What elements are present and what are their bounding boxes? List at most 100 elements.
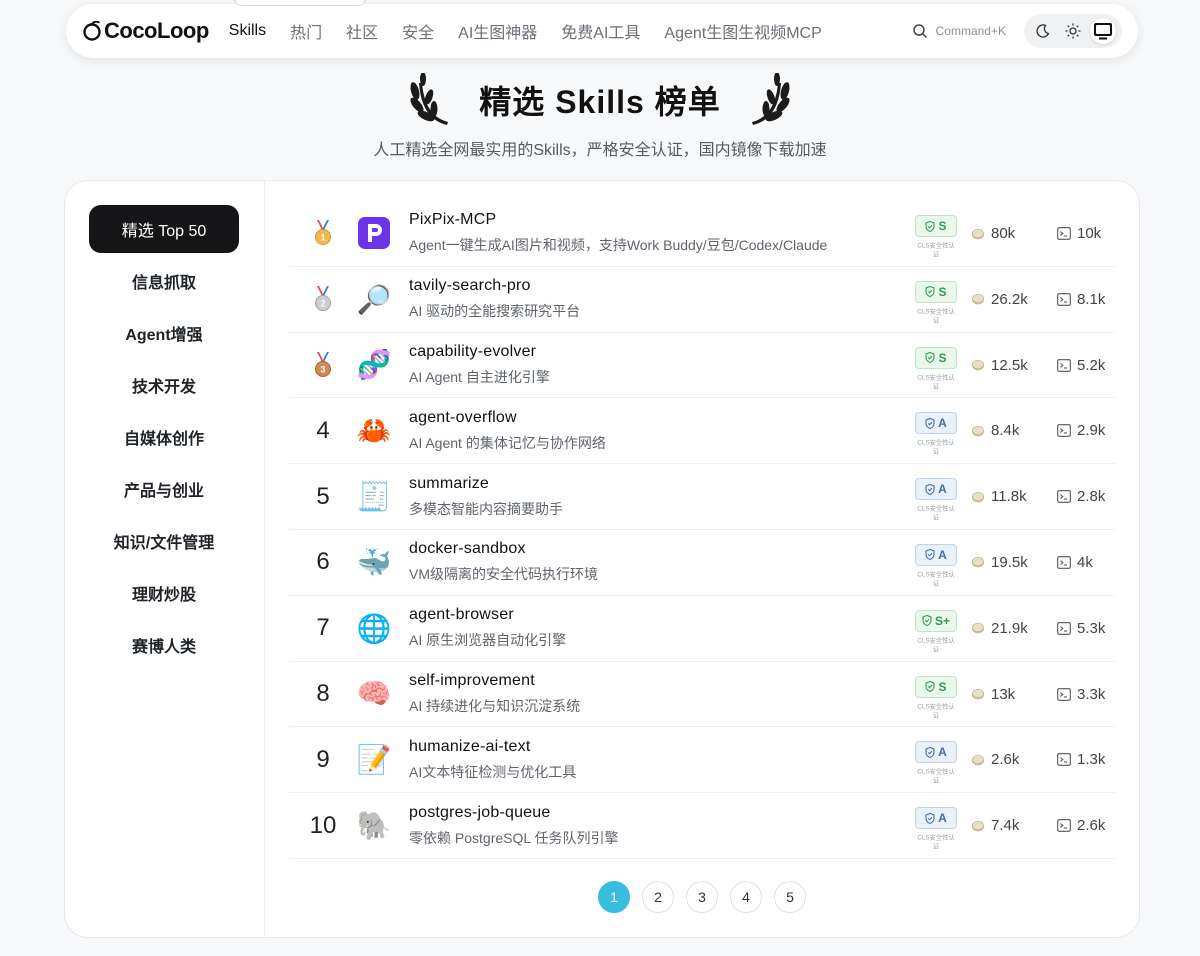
nav-item-5[interactable]: 免费AI工具 — [561, 19, 640, 43]
page-button-3[interactable]: 3 — [686, 881, 718, 913]
skill-description: AI 持续进化与知识沉淀系统 — [409, 697, 581, 714]
downloads-icon — [972, 359, 984, 371]
theme-system-button[interactable] — [1090, 18, 1116, 44]
download-count-value: 19.5k — [991, 553, 1028, 571]
skill-description: Agent一键生成AI图片和视频，支持Work Buddy/豆包/Codex/C… — [409, 237, 828, 254]
page-button-2[interactable]: 2 — [642, 881, 674, 913]
security-badge: S CLS安全性认证 — [915, 346, 957, 392]
skill-emoji-icon: 🧬 — [356, 349, 392, 381]
downloads-icon — [972, 623, 984, 634]
theme-dark-button[interactable] — [1030, 18, 1056, 44]
skill-row[interactable]: 7 🌐 agent-browser AI 原生浏览器自动化引擎 S+ CLS安全性认证 21… — [289, 596, 1115, 662]
skill-emoji-icon: 🧾 — [356, 481, 392, 513]
category-item-2[interactable]: Agent增强 — [89, 309, 239, 357]
skill-icon: 🌐 — [357, 611, 392, 645]
nav-item-3[interactable]: 安全 — [402, 19, 434, 43]
skill-description: 零依赖 PostgreSQL 任务队列引擎 — [409, 829, 619, 846]
downloads-icon — [972, 688, 984, 700]
skill-description: AI文本特征检测与优化工具 — [409, 763, 577, 780]
rank-medal: 3 — [289, 351, 357, 378]
shield-icon — [922, 615, 932, 627]
terminal-icon — [1057, 687, 1071, 701]
theme-switch — [1024, 14, 1122, 48]
shield-icon — [925, 681, 936, 693]
skill-row[interactable]: 4 🦀 agent-overflow AI Agent 的集体记忆与协作网络 A CLS安… — [289, 398, 1115, 465]
category-item-4[interactable]: 自媒体创作 — [89, 413, 239, 461]
skill-icon: 📝 — [357, 743, 392, 777]
shield-icon — [925, 286, 936, 298]
monitor-icon — [1094, 23, 1112, 40]
terminal-icon — [1057, 753, 1071, 767]
skill-row[interactable]: 6 🐳 docker-sandbox VM级隔离的安全代码执行环境 A CLS安全性认证 1… — [289, 530, 1115, 596]
security-badge: S CLS安全性认证 — [915, 675, 957, 721]
skill-row[interactable]: 9 📝 humanize-ai-text AI文本特征检测与优化工具 A CLS安全性认证… — [289, 727, 1115, 794]
page-button-5[interactable]: 5 — [774, 881, 806, 913]
pagination: 12345 — [265, 881, 1139, 913]
skill-icon: 🔎 — [357, 282, 392, 316]
category-item-0[interactable]: 精选 Top 50 — [89, 205, 239, 253]
category-item-1[interactable]: 信息抓取 — [89, 257, 239, 305]
security-badge: A CLS安全性认证 — [915, 412, 957, 457]
skill-row[interactable]: 1 PixPix-MCP Agent一键生成AI图片和视频，支持Work Buddy… — [289, 201, 1115, 267]
category-item-8[interactable]: 赛博人类 — [89, 621, 239, 669]
security-grade: S+ — [934, 613, 950, 628]
skill-row[interactable]: 10 🐘 postgres-job-queue 零依赖 PostgreSQL 任务队列… — [289, 793, 1115, 859]
category-item-7[interactable]: 理财炒股 — [89, 569, 239, 617]
brand-logo[interactable]: CocoLoop — [82, 18, 209, 44]
svg-text:1: 1 — [320, 233, 325, 243]
security-grade: A — [938, 811, 947, 826]
gold-medal-icon: 1 — [315, 220, 331, 246]
skill-emoji-icon: 🦀 — [356, 415, 392, 447]
skill-row[interactable]: 2 🔎 tavily-search-pro AI 驱动的全能搜索研究平台 S CLS安全性… — [289, 267, 1115, 333]
badge-caption: CLS安全性认证 — [917, 505, 955, 522]
install-count: 2.6k — [1057, 817, 1105, 834]
download-count-value: 13k — [991, 685, 1016, 703]
nav-item-4[interactable]: AI生图神器 — [458, 19, 537, 43]
downloads-icon — [972, 425, 984, 437]
theme-light-button[interactable] — [1060, 18, 1086, 44]
download-count-value: 2.6k — [991, 751, 1020, 769]
download-count-value: 26.2k — [991, 290, 1028, 308]
nav-item-2[interactable]: 社区 — [346, 19, 378, 43]
install-count-value: 10k — [1077, 225, 1102, 242]
skill-icon: 🧬 — [356, 348, 392, 382]
nav-item-0[interactable]: Skills — [229, 22, 266, 40]
badge-caption: CLS安全性认证 — [917, 242, 955, 259]
category-sidebar: 精选 Top 50 信息抓取 Agent增强 技术开发 自媒体创作 产品与创业 知识/文件管… — [65, 181, 265, 937]
nav-item-6[interactable]: Agent生图生视频MCP — [664, 19, 821, 43]
rank-number: 6 — [316, 548, 330, 576]
skill-emoji-icon: 🧠 — [356, 678, 392, 710]
top-navbar: CocoLoop Skills 热门 社区 安全 AI生图神器 免费AI工具 Agent生图… — [66, 0, 1138, 58]
download-count-value: 12.5k — [991, 356, 1028, 374]
page-button-1[interactable]: 1 — [598, 881, 630, 913]
download-count: 80k — [971, 225, 1015, 242]
page-button-4[interactable]: 4 — [730, 881, 762, 913]
category-item-6[interactable]: 知识/文件管理 — [89, 517, 239, 565]
skill-icon: 🐳 — [357, 545, 392, 579]
install-count-value: 2.8k — [1077, 488, 1106, 506]
download-count: 7.4k — [971, 817, 1019, 834]
rank-number: 5 — [316, 482, 330, 510]
nav-item-1[interactable]: 热门 — [290, 19, 322, 43]
skill-description: 多模态智能内容摘要助手 — [409, 500, 563, 517]
category-item-3[interactable]: 技术开发 — [89, 361, 239, 409]
skill-row[interactable]: 3 🧬 capability-evolver AI Agent 自主进化引擎 S CLS安… — [289, 333, 1115, 399]
category-item-5[interactable]: 产品与创业 — [89, 465, 239, 513]
skill-icon: 🐘 — [357, 809, 392, 843]
security-badge: A CLS安全性认证 — [915, 543, 957, 589]
shield-icon — [925, 812, 935, 824]
rank-number: 8 — [316, 679, 330, 707]
skill-row[interactable]: 5 🧾 summarize 多模态智能内容摘要助手 A CLS安全性认证 11.8k 2.8k — [289, 464, 1115, 530]
terminal-icon — [1057, 490, 1071, 504]
skill-description: AI 原生浏览器自动化引擎 — [409, 632, 567, 649]
rank-number: 4 — [316, 416, 330, 444]
search-trigger[interactable]: Command+K — [912, 23, 1006, 39]
install-count: 1.3k — [1057, 751, 1105, 768]
silver-medal-icon: 2 — [315, 286, 331, 312]
install-count: 2.8k — [1057, 488, 1105, 505]
download-count-value: 11.8k — [991, 488, 1027, 506]
skill-row[interactable]: 8 🧠 self-improvement AI 持续进化与知识沉淀系统 S CLS安全性认… — [289, 662, 1115, 728]
security-grade: S — [938, 679, 947, 694]
security-grade: S — [938, 284, 947, 299]
download-count-value: 7.4k — [991, 817, 1020, 835]
